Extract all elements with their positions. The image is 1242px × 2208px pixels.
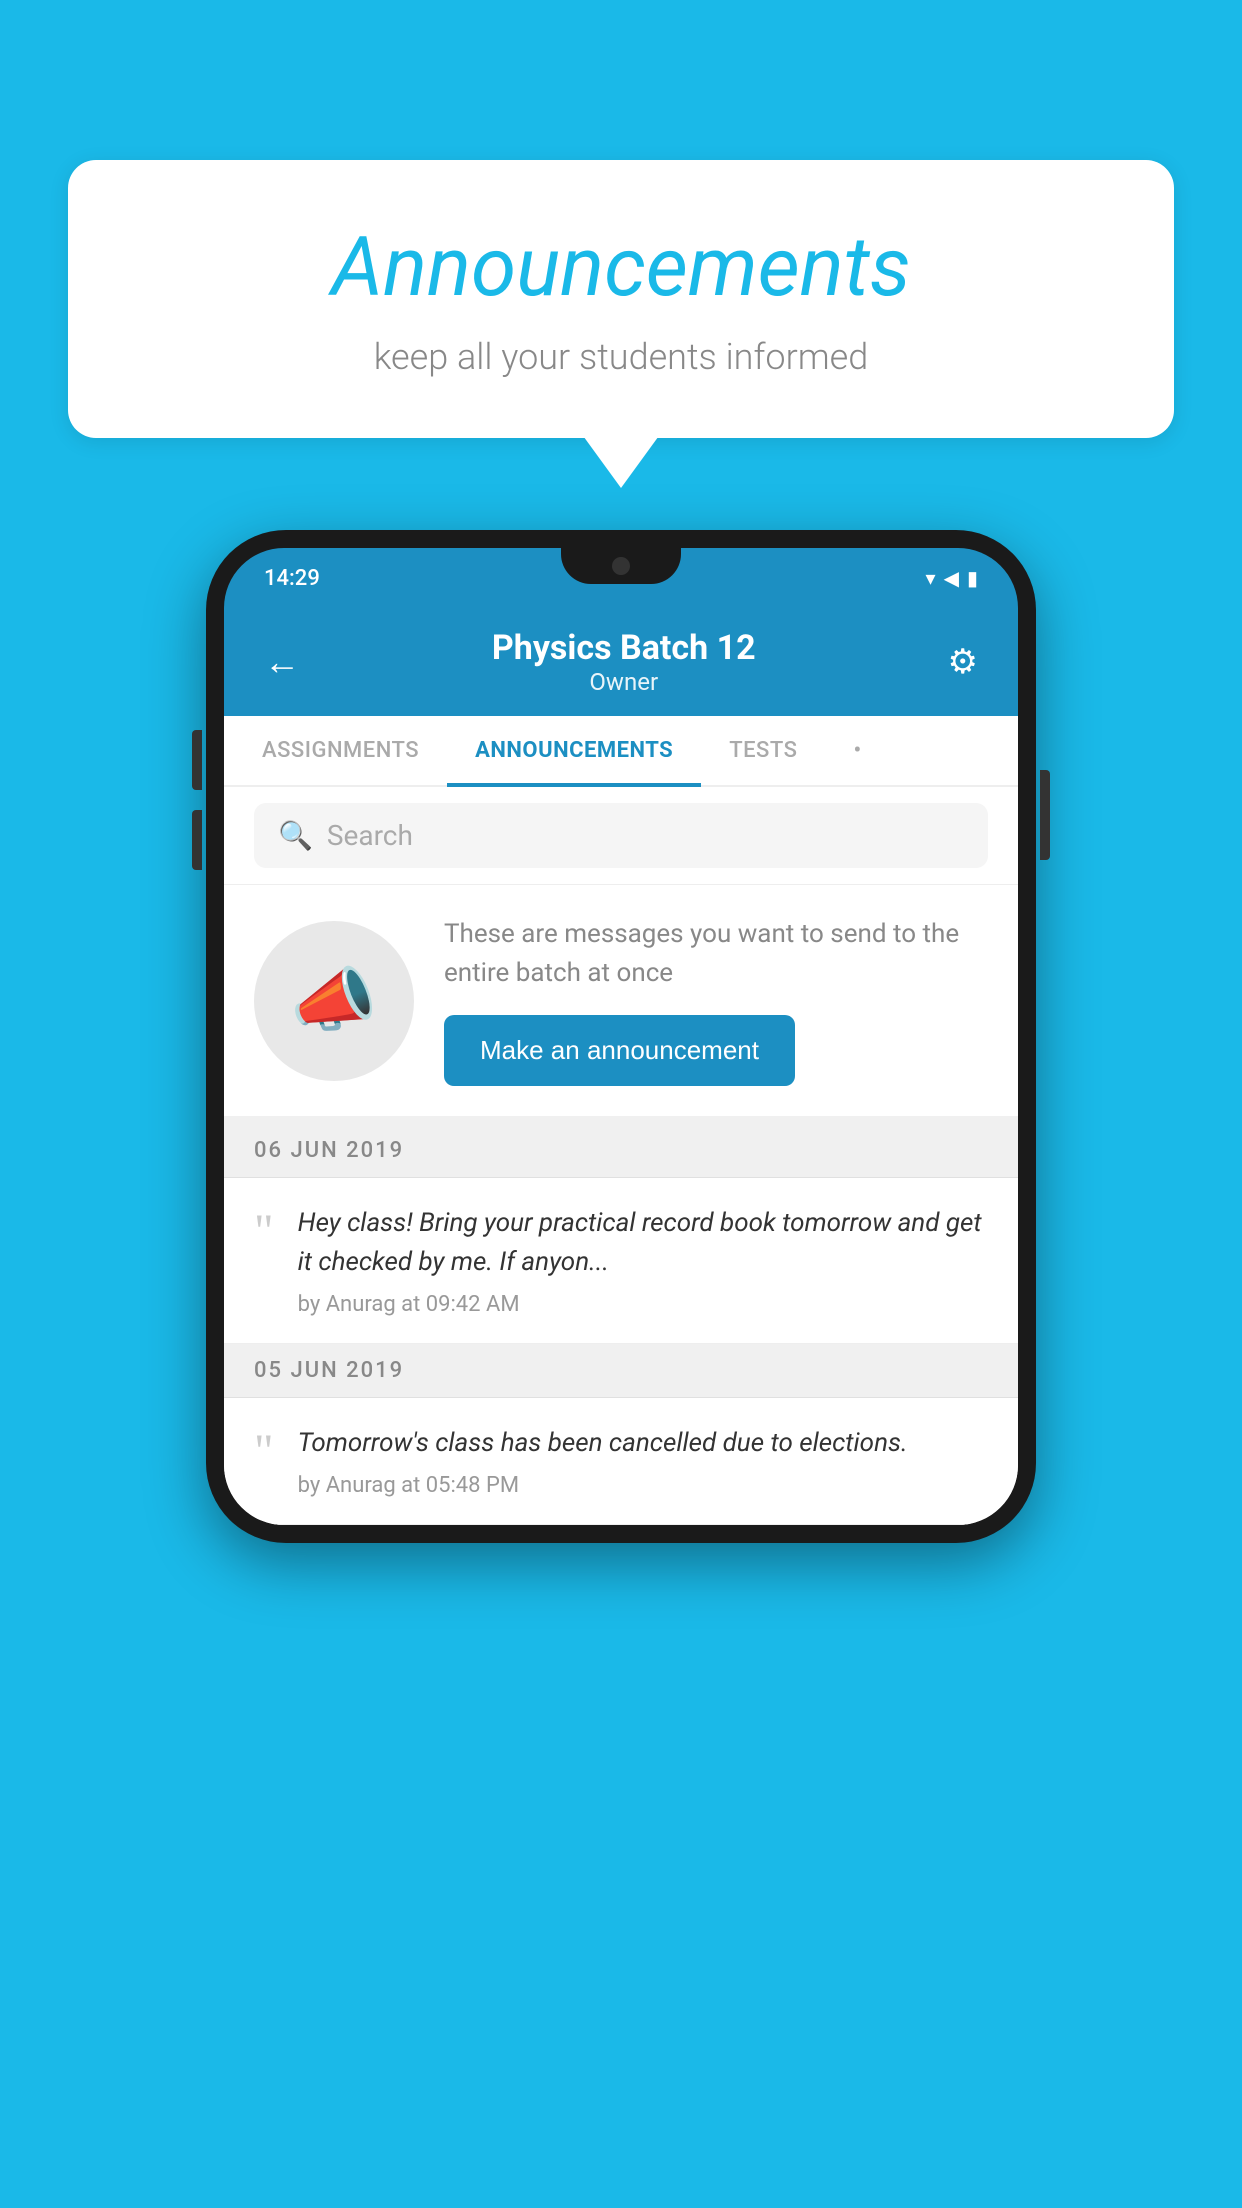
bubble-subtitle: keep all your students informed [148, 336, 1094, 378]
prompt-description: These are messages you want to send to t… [444, 915, 988, 993]
announcement-meta-2: by Anurag at 05:48 PM [298, 1473, 988, 1498]
camera [612, 557, 630, 575]
speech-bubble: Announcements keep all your students inf… [68, 160, 1174, 438]
wifi-icon: ▾ [926, 566, 936, 590]
tab-more[interactable]: • [825, 716, 889, 785]
status-time: 14:29 [264, 566, 320, 591]
phone-container: 14:29 ▾ ◀ ▮ ← Physics Batch 12 Owner ⚙ [206, 530, 1036, 1543]
quote-icon-2: " [254, 1428, 274, 1476]
announcement-text-1: Hey class! Bring your practical record b… [298, 1204, 988, 1282]
announcement-item-1: " Hey class! Bring your practical record… [224, 1178, 1018, 1344]
make-announcement-button[interactable]: Make an announcement [444, 1015, 795, 1086]
announcement-content-1: Hey class! Bring your practical record b… [298, 1204, 988, 1317]
announcement-prompt: 📣 These are messages you want to send to… [224, 885, 1018, 1124]
signal-icon: ◀ [944, 566, 959, 590]
tab-announcements[interactable]: ANNOUNCEMENTS [447, 716, 701, 785]
phone-frame: 14:29 ▾ ◀ ▮ ← Physics Batch 12 Owner ⚙ [206, 530, 1036, 1543]
volume-up-button [192, 730, 202, 790]
announcement-item-2: " Tomorrow's class has been cancelled du… [224, 1398, 1018, 1525]
announcement-content-2: Tomorrow's class has been cancelled due … [298, 1424, 988, 1498]
app-header: ← Physics Batch 12 Owner ⚙ [224, 608, 1018, 716]
announcement-meta-1: by Anurag at 09:42 AM [298, 1292, 988, 1317]
search-icon: 🔍 [278, 819, 313, 852]
volume-down-button [192, 810, 202, 870]
settings-icon[interactable]: ⚙ [948, 642, 978, 682]
date-separator-1: 06 JUN 2019 [224, 1124, 1018, 1178]
search-container: 🔍 Search [224, 787, 1018, 885]
notch [561, 548, 681, 584]
prompt-right: These are messages you want to send to t… [444, 915, 988, 1086]
back-button[interactable]: ← [264, 641, 300, 683]
speech-bubble-container: Announcements keep all your students inf… [68, 160, 1174, 438]
megaphone-icon: 📣 [290, 960, 377, 1042]
header-subtitle: Owner [492, 668, 756, 696]
header-center: Physics Batch 12 Owner [492, 628, 756, 696]
search-placeholder: Search [327, 819, 413, 852]
megaphone-circle: 📣 [254, 921, 414, 1081]
search-bar[interactable]: 🔍 Search [254, 803, 988, 868]
status-bar: 14:29 ▾ ◀ ▮ [224, 548, 1018, 608]
date-separator-2: 05 JUN 2019 [224, 1344, 1018, 1398]
tab-assignments[interactable]: ASSIGNMENTS [234, 716, 447, 785]
tabs-bar: ASSIGNMENTS ANNOUNCEMENTS TESTS • [224, 716, 1018, 787]
power-button [1040, 770, 1050, 860]
bubble-title: Announcements [148, 220, 1094, 316]
battery-icon: ▮ [967, 566, 978, 590]
header-title: Physics Batch 12 [492, 628, 756, 668]
status-icons: ▾ ◀ ▮ [926, 566, 978, 590]
tab-tests[interactable]: TESTS [701, 716, 825, 785]
announcement-text-2: Tomorrow's class has been cancelled due … [298, 1424, 988, 1463]
quote-icon-1: " [254, 1208, 274, 1256]
phone-screen: ← Physics Batch 12 Owner ⚙ ASSIGNMENTS A… [224, 608, 1018, 1525]
